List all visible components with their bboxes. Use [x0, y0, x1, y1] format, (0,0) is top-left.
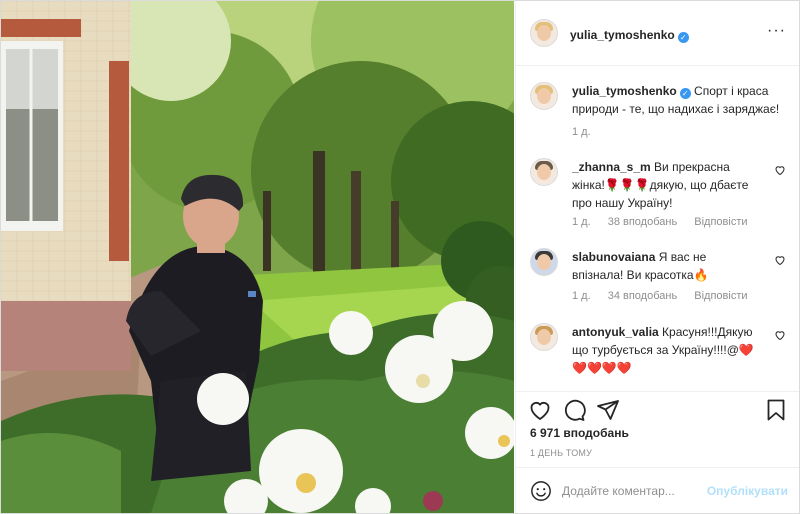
commenter-avatar[interactable]	[530, 248, 558, 276]
more-options-icon[interactable]: ···	[767, 23, 786, 39]
comment-item: antonyuk_valia Красуня!!!Дякую що турбує…	[530, 323, 786, 383]
comment-like-icon[interactable]	[774, 164, 786, 176]
post-actions: 6 971 вподобань 1 ДЕНЬ ТОМУ	[516, 391, 799, 468]
author-username[interactable]: yulia_tymoshenko	[570, 28, 675, 42]
likes-count[interactable]: 6 971 вподобань	[530, 426, 629, 440]
bookmark-icon[interactable]	[764, 398, 788, 422]
comment-item: slabunovaiana Я вас не впізнала! Ви крас…	[530, 248, 786, 308]
emoji-smile-icon[interactable]	[530, 480, 552, 502]
comment-meta: 1 д. 34 вподобань Відповісти	[572, 290, 762, 302]
caption-username[interactable]: yulia_tymoshenko	[572, 84, 677, 98]
author-avatar[interactable]	[530, 19, 558, 47]
comment-text-block: antonyuk_valia Красуня!!!Дякую що турбує…	[572, 323, 758, 377]
comment-age[interactable]: 1 д.	[572, 290, 591, 302]
post-photo[interactable]	[1, 1, 514, 513]
comment-likes[interactable]: 38 вподобань	[608, 216, 677, 228]
caption-meta: 1 д.	[572, 126, 605, 138]
commenter-avatar[interactable]	[530, 158, 558, 186]
comments-list[interactable]: yulia_tymoshenko ✓ Спорт і краса природи …	[516, 66, 799, 391]
caption-author-avatar[interactable]	[530, 82, 558, 110]
comment-meta: 1 д. 38 вподобань Відповісти	[572, 216, 762, 228]
comment-text-block: _zhanna_s_m Ви прекрасна жінка!🌹🌹🌹дякую,…	[572, 158, 758, 212]
comment-likes[interactable]: 34 вподобань	[608, 290, 677, 302]
publish-button[interactable]: Опублікувати	[707, 484, 788, 498]
reply-button[interactable]: Відповісти	[694, 290, 747, 302]
comment-username[interactable]: _zhanna_s_m	[572, 160, 651, 174]
comment-username[interactable]: slabunovaiana	[572, 250, 655, 264]
caption-age[interactable]: 1 д.	[572, 126, 591, 138]
comment-like-icon[interactable]	[774, 254, 786, 266]
comment-username[interactable]: antonyuk_valia	[572, 325, 659, 339]
commenter-avatar[interactable]	[530, 323, 558, 351]
caption: yulia_tymoshenko ✓ Спорт і краса природи …	[530, 82, 786, 142]
post-header: yulia_tymoshenko ✓ ···	[516, 1, 799, 66]
comment-input[interactable]	[562, 482, 702, 500]
comment-age[interactable]: 1 д.	[572, 216, 591, 228]
post-side-panel: yulia_tymoshenko ✓ ··· yulia_tymoshenko ✓ …	[515, 1, 799, 513]
caption-text-block: yulia_tymoshenko ✓ Спорт і краса природи …	[572, 82, 782, 118]
comment-text-block: slabunovaiana Я вас не впізнала! Ви крас…	[572, 248, 758, 284]
photo-illustration	[1, 1, 514, 513]
comment-bubble-icon[interactable]	[562, 398, 586, 422]
post-timestamp[interactable]: 1 ДЕНЬ ТОМУ	[530, 448, 592, 458]
comment-item: _zhanna_s_m Ви прекрасна жінка!🌹🌹🌹дякую,…	[530, 158, 786, 230]
like-heart-icon[interactable]	[528, 398, 552, 422]
add-comment-bar: Опублікувати	[516, 467, 799, 513]
comment-like-icon[interactable]	[774, 329, 786, 341]
share-send-icon[interactable]	[596, 398, 620, 422]
instagram-post-modal: yulia_tymoshenko ✓ ··· yulia_tymoshenko ✓ …	[0, 0, 800, 514]
reply-button[interactable]: Відповісти	[694, 216, 747, 228]
verified-icon: ✓	[679, 88, 691, 99]
author-name-row: yulia_tymoshenko ✓	[570, 26, 689, 44]
verified-icon: ✓	[677, 32, 689, 43]
